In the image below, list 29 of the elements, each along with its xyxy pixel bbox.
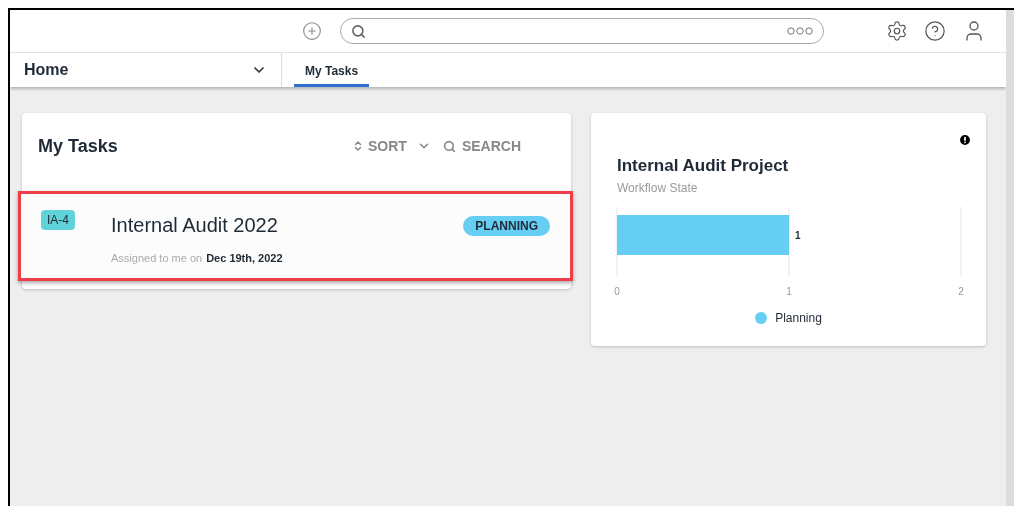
data-label: 1 bbox=[795, 229, 801, 241]
chart-title: Internal Audit Project bbox=[617, 155, 790, 177]
task-item[interactable]: IA-4 Internal Audit 2022 Assigned to me on Dec 19th, 2022 PLANNING bbox=[18, 191, 573, 281]
axis-tick-label: 0 bbox=[614, 285, 620, 297]
chart-subtitle: Workflow State bbox=[617, 179, 699, 197]
search-button[interactable]: SEARCH bbox=[442, 135, 521, 157]
axis-tick-label: 1 bbox=[786, 285, 792, 297]
card-title: My Tasks bbox=[38, 134, 118, 158]
settings-icon[interactable] bbox=[886, 20, 908, 42]
tab[interactable]: My Tasks bbox=[294, 53, 370, 87]
info-icon[interactable] bbox=[958, 133, 972, 147]
scrollbar[interactable] bbox=[1006, 10, 1014, 506]
help-icon[interactable] bbox=[924, 20, 946, 42]
assigned-label: Assigned to me on bbox=[111, 251, 203, 266]
more-options-icon[interactable] bbox=[787, 26, 813, 36]
grid-line bbox=[788, 206, 790, 277]
status-badge: PLANNING bbox=[463, 216, 550, 236]
add-icon[interactable] bbox=[302, 21, 322, 41]
assigned-date: Dec 19th, 2022 bbox=[206, 251, 283, 266]
module-dropdown[interactable]: Home bbox=[10, 53, 282, 87]
sort-button[interactable]: SORT bbox=[352, 135, 407, 157]
legend-label: Planning bbox=[775, 309, 822, 327]
search-icon bbox=[442, 139, 456, 153]
axis-tick-label: 2 bbox=[958, 285, 964, 297]
task-code: IA-4 bbox=[41, 210, 75, 230]
task-name: Internal Audit 2022 bbox=[111, 213, 279, 238]
sort-icon bbox=[352, 140, 364, 152]
grid-line bbox=[616, 206, 618, 277]
search-icon bbox=[351, 23, 366, 39]
